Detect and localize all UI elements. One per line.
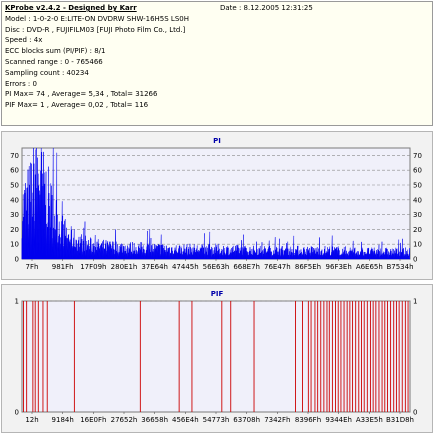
pif-xtick-label: 54773h xyxy=(203,416,230,424)
pif-xtick-label: 16E0Fh xyxy=(80,416,106,424)
pif-chart: PIF0 01 112h 9184h 16E0Fh 27652h 36658h 456E4h 5… xyxy=(15,290,418,424)
scanned-range: Scanned range : 0 - 765466 xyxy=(5,57,103,66)
pif-ytick-label-right: 1 xyxy=(413,298,417,306)
pif-ytick-label: 1 xyxy=(15,298,19,306)
drive-model: Model : 1-0-2-0 E:LITE-ON DVDRW SHW-16H5… xyxy=(5,14,189,23)
pi-ytick-label: 20 xyxy=(10,226,19,234)
pi-ytick-label-right: 10 xyxy=(413,241,422,249)
info-panel: KProbe v2.4.2 - Designed by Karr Date : … xyxy=(1,1,433,126)
pi-xtick-label: 17F09h xyxy=(80,263,106,271)
title-line: KProbe v2.4.2 - Designed by Karr Date : … xyxy=(5,3,429,14)
pi-ytick-label: 60 xyxy=(10,167,19,175)
pi-plot-area xyxy=(21,147,411,260)
pif-plot-area xyxy=(21,300,411,413)
pi-xtick-label: 280E1h xyxy=(111,263,138,271)
pi-summary: PI Max= 74 , Average= 5,34 , Total= 3126… xyxy=(5,90,158,99)
pi-xtick-label: 981Fh xyxy=(52,263,74,271)
sampling-count: Sampling count : 40234 xyxy=(5,68,89,77)
pif-xtick-label: 63708h xyxy=(233,416,260,424)
pi-ytick-label: 40 xyxy=(10,196,19,204)
pi-xtick-label: 668E7h xyxy=(233,263,260,271)
pif-chart-title: PIF xyxy=(211,290,224,298)
pif-summary: PIF Max= 1 , Average= 0,02 , Total= 116 xyxy=(5,101,149,110)
pif-xtick-label: B31D8h xyxy=(386,416,414,424)
pif-xtick-label: A33E5h xyxy=(356,416,383,424)
pi-xtick-label: 37E64h xyxy=(141,263,168,271)
scan-speed: Speed : 4x xyxy=(5,36,43,45)
pif-xtick-label: 456E4h xyxy=(172,416,199,424)
pi-ytick-label: 50 xyxy=(10,182,19,190)
pif-chart-panel: PIF 0 0 1 1 12h 9184h 16E0Fh 27652h 36658h 456E4h 5… xyxy=(1,284,433,433)
app-title: KProbe v2.4.2 - Designed by Karr xyxy=(5,4,137,12)
pi-xtick-label: 47445h xyxy=(172,263,199,271)
pi-ytick-label-right: 30 xyxy=(413,211,422,219)
pi-chart: PI 0 0 10 10 20 20 30 30 40 40 50 50 60 60 70 70 7Fh 981Fh… xyxy=(10,137,422,271)
pi-xtick-label: A6E65h xyxy=(356,263,383,271)
pif-xtick-label: 9344Eh xyxy=(325,416,352,424)
pi-ytick-label: 0 xyxy=(15,256,19,264)
pi-ytick-label-right: 40 xyxy=(413,196,422,204)
pi-xtick-label: 96F3Eh xyxy=(326,263,352,271)
pi-chart-title: PI xyxy=(213,137,221,145)
pi-ytick-label: 70 xyxy=(10,152,19,160)
pif-xtick-label: 9184h xyxy=(52,416,74,424)
pi-xtick-label: 76E47h xyxy=(264,263,291,271)
pif-xtick-label: 8396Fh xyxy=(295,416,321,424)
pif-ytick-label: 0 xyxy=(15,409,19,417)
disc-info: Disc : DVD-R , FUJIFILM03 [FUJI Photo Fi… xyxy=(5,25,186,34)
pif-xtick-label: 36658h xyxy=(141,416,168,424)
ecc-blocks: ECC blocks sum (PI/PIF) : 8/1 xyxy=(5,47,106,56)
pif-xtick-label: 27652h xyxy=(111,416,138,424)
pi-ytick-label-right: 70 xyxy=(413,152,422,160)
pi-ytick-label: 10 xyxy=(10,241,19,249)
pi-ytick-label-right: 0 xyxy=(413,256,417,264)
pi-ytick-label: 30 xyxy=(10,211,19,219)
pi-ytick-label-right: 60 xyxy=(413,167,422,175)
pi-xtick-label: 56E63h xyxy=(203,263,230,271)
errors-count: Errors : 0 xyxy=(5,79,37,88)
pi-xtick-label: 86F5Eh xyxy=(295,263,321,271)
pif-xtick-label: 12h xyxy=(25,416,38,424)
pi-xtick-label: B7534h xyxy=(386,263,413,271)
pi-ytick-label-right: 20 xyxy=(413,226,422,234)
pi-xtick-label: 7Fh xyxy=(26,263,39,271)
pi-chart-panel: PI 0 0 10 10 20 20 30 30 40 40 50 50 60 60 70 70 7Fh 981Fh… xyxy=(1,131,433,280)
pif-xtick-label: 7342Fh xyxy=(264,416,290,424)
report-date: Date : 8.12.2005 12:31:25 xyxy=(220,4,313,12)
pi-ytick-label-right: 50 xyxy=(413,182,422,190)
